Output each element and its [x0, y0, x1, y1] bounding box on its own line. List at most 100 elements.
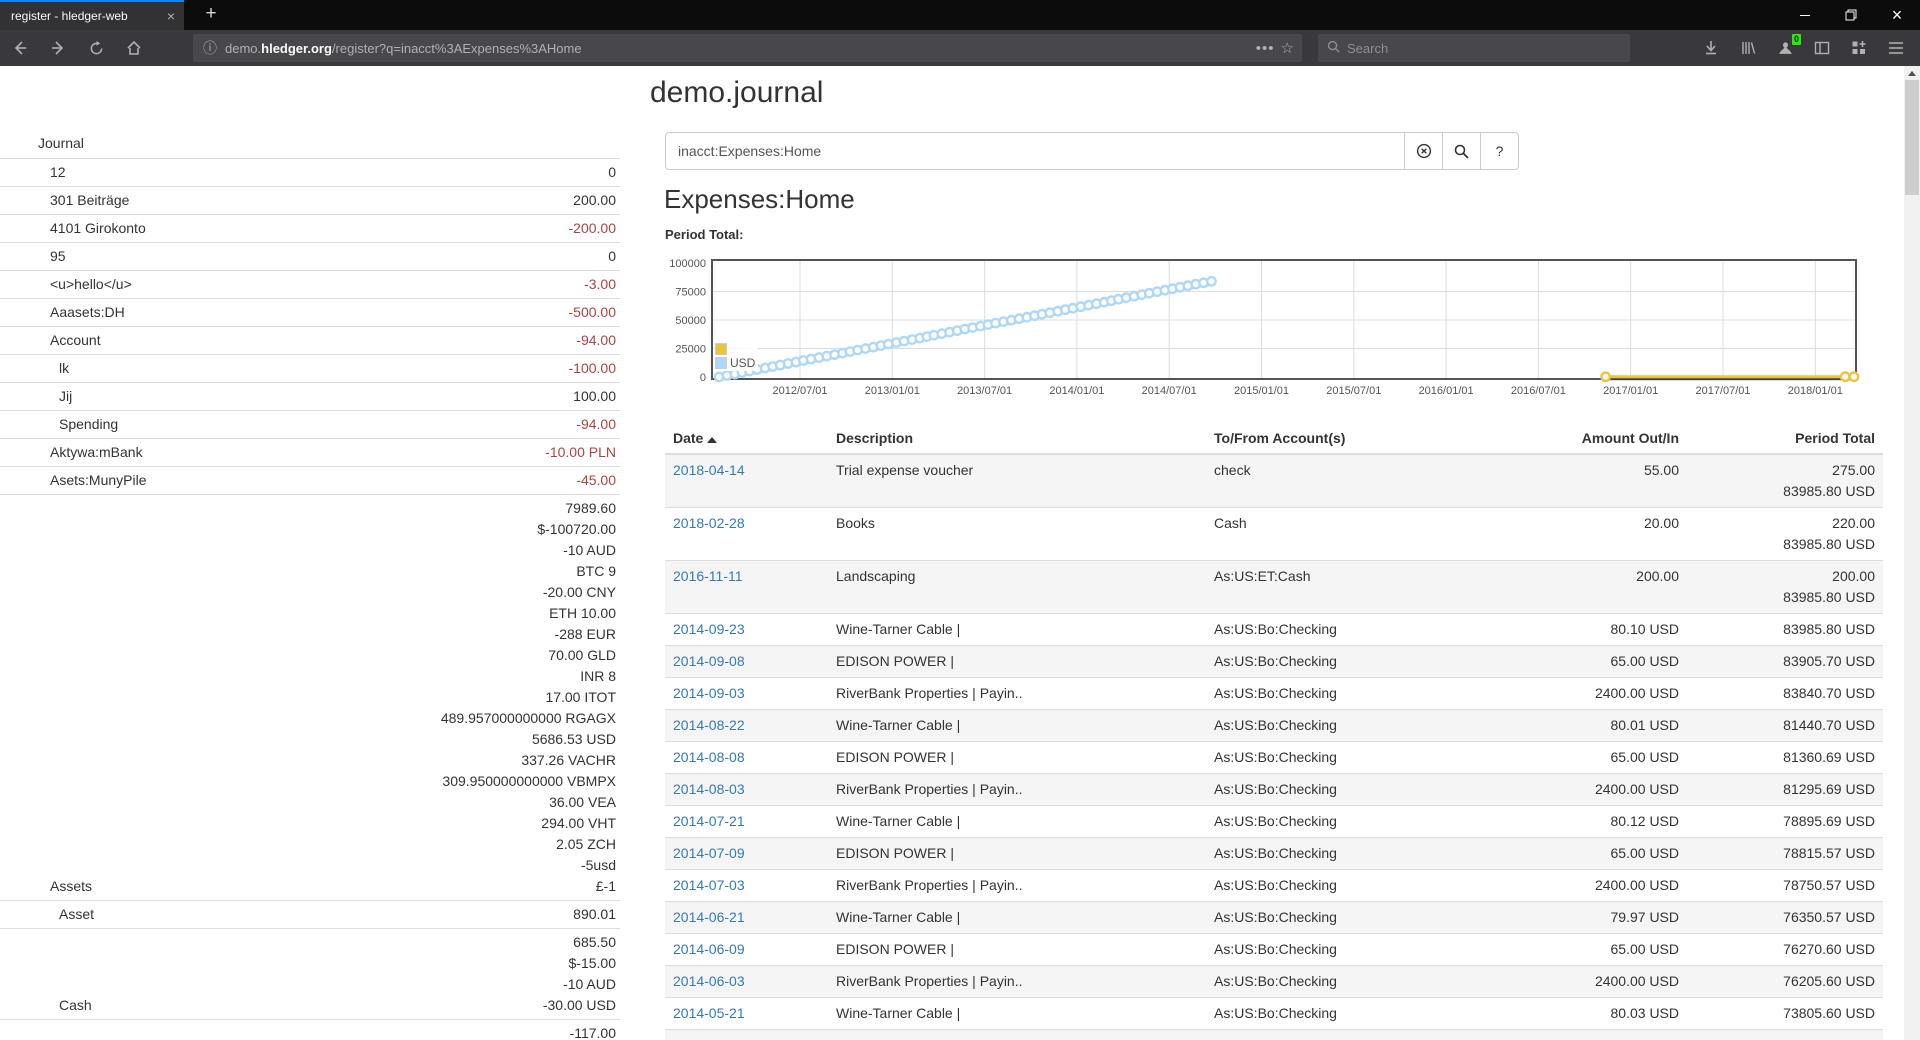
transaction-date-link[interactable]: 2018-04-14: [673, 462, 745, 478]
transaction-date-link[interactable]: 2014-09-08: [673, 653, 745, 669]
transaction-date-link[interactable]: 2014-05-21: [673, 1005, 745, 1021]
back-icon[interactable]: [6, 34, 34, 62]
account-link[interactable]: 301 Beiträge: [0, 190, 129, 211]
transaction-date-link[interactable]: 2014-09-23: [673, 621, 745, 637]
sidebar-account-row[interactable]: 120: [0, 158, 620, 186]
account-link[interactable]: 12: [0, 162, 66, 183]
bookmark-star-icon[interactable]: ☆: [1281, 39, 1294, 57]
transaction-date-link[interactable]: 2014-06-03: [673, 973, 745, 989]
sidebar-account-row[interactable]: Aaasets:DH-500.00: [0, 298, 620, 326]
sidebar-account-row[interactable]: Asset890.01: [0, 900, 620, 928]
table-row[interactable]: 2014-06-21Wine-Tarner Cable |As:US:Bo:Ch…: [665, 902, 1883, 934]
browser-search-box[interactable]: Search: [1318, 34, 1630, 62]
transaction-date-link[interactable]: 2014-06-09: [673, 941, 745, 957]
account-link[interactable]: 4101 Girokonto: [0, 218, 146, 239]
table-row[interactable]: 2018-04-14Trial expense vouchercheck55.0…: [665, 454, 1883, 508]
table-row[interactable]: 2018-02-28BooksCash20.00220.0083985.80 U…: [665, 508, 1883, 561]
transaction-date-link[interactable]: 2014-06-21: [673, 909, 745, 925]
transaction-date-link[interactable]: 2014-09-03: [673, 685, 745, 701]
browser-tab[interactable]: register - hledger-web ×: [0, 0, 184, 30]
sidebar-account-row[interactable]: Spending-94.00: [0, 410, 620, 438]
page-actions-icon[interactable]: •••: [1256, 40, 1275, 57]
col-date[interactable]: Date: [665, 424, 828, 454]
transaction-date-link[interactable]: 2014-07-09: [673, 845, 745, 861]
new-tab-button[interactable]: +: [196, 0, 226, 30]
site-info-icon[interactable]: ⓘ: [193, 38, 225, 58]
sidebar-account-row[interactable]: Cash685.50$-15.00-10 AUD-30.00 USD: [0, 928, 620, 1019]
sidebar-account-row[interactable]: lk-100.00: [0, 354, 620, 382]
help-button[interactable]: ?: [1480, 132, 1519, 170]
account-link[interactable]: lk: [0, 358, 69, 379]
clear-query-button[interactable]: [1404, 132, 1443, 170]
scroll-up-icon[interactable]: [1908, 71, 1916, 76]
scrollbar-thumb[interactable]: [1905, 80, 1919, 195]
sidebar-account-row[interactable]: -117.00: [0, 1019, 620, 1040]
svg-text:2016/01/01: 2016/01/01: [1419, 385, 1474, 397]
account-link[interactable]: Assets: [0, 876, 92, 897]
transaction-date-link[interactable]: 2018-02-28: [673, 515, 745, 531]
reload-icon[interactable]: [82, 34, 110, 62]
period-total: 78895.69 USD: [1687, 806, 1883, 838]
table-row[interactable]: 2014-09-03RiverBank Properties | Payin..…: [665, 678, 1883, 710]
transaction-date-link[interactable]: 2014-08-22: [673, 717, 745, 733]
table-row[interactable]: 2014-07-03RiverBank Properties | Payin..…: [665, 870, 1883, 902]
table-row[interactable]: 2014-05-21Wine-Tarner Cable |As:US:Bo:Ch…: [665, 998, 1883, 1030]
sidebar-account-row[interactable]: Assets7989.60$-100720.00-10 AUDBTC 9-20.…: [0, 494, 620, 900]
page-scrollbar[interactable]: [1904, 66, 1920, 1040]
account-link[interactable]: Asset: [0, 904, 94, 925]
table-row[interactable]: 2014-09-08EDISON POWER |As:US:Bo:Checkin…: [665, 646, 1883, 678]
menu-hamburger-icon[interactable]: [1886, 38, 1906, 58]
svg-text:2015/01/01: 2015/01/01: [1234, 385, 1289, 397]
sidebar-account-row[interactable]: 4101 Girokonto-200.00: [0, 214, 620, 242]
sidebar-account-row[interactable]: Aktywa:mBank-10.00 PLN: [0, 438, 620, 466]
extension-icon[interactable]: 0: [1775, 38, 1795, 58]
account-link[interactable]: Cash: [0, 995, 92, 1016]
table-row[interactable]: 2014-07-21Wine-Tarner Cable |As:US:Bo:Ch…: [665, 806, 1883, 838]
table-row[interactable]: 2014-08-08EDISON POWER |As:US:Bo:Checkin…: [665, 742, 1883, 774]
table-row[interactable]: 2014-08-03RiverBank Properties | Payin..…: [665, 774, 1883, 806]
account-link[interactable]: Jij: [0, 386, 72, 407]
search-query-button[interactable]: [1442, 132, 1481, 170]
transaction-date-link[interactable]: 2014-07-03: [673, 877, 745, 893]
account-link[interactable]: Aaasets:DH: [0, 302, 125, 323]
home-icon[interactable]: [120, 34, 148, 62]
svg-text:75000: 75000: [675, 287, 706, 299]
account-balance: -117.00: [570, 1023, 616, 1040]
transaction-date-link[interactable]: 2014-08-03: [673, 781, 745, 797]
transaction-date-link[interactable]: 2016-11-11: [673, 568, 743, 584]
table-row[interactable]: 2014-07-09EDISON POWER |As:US:Bo:Checkin…: [665, 838, 1883, 870]
forward-icon[interactable]: [44, 34, 72, 62]
tab-close-icon[interactable]: ×: [158, 8, 184, 24]
sidebar-account-row[interactable]: 301 Beiträge200.00: [0, 186, 620, 214]
account-link[interactable]: <u>hello</u>: [0, 274, 132, 295]
download-icon[interactable]: [1701, 38, 1721, 58]
query-input[interactable]: [665, 132, 1405, 170]
library-icon[interactable]: [1738, 38, 1758, 58]
sidebar-account-row[interactable]: Jij100.00: [0, 382, 620, 410]
transaction-date-link[interactable]: 2014-08-08: [673, 749, 745, 765]
sidebar-account-row[interactable]: Account-94.00: [0, 326, 620, 354]
sidebar-account-row[interactable]: 950: [0, 242, 620, 270]
sidebar-toggle-icon[interactable]: [1812, 38, 1832, 58]
account-link[interactable]: Aktywa:mBank: [0, 442, 143, 463]
table-row[interactable]: 2014-06-03RiverBank Properties | Payin..…: [665, 966, 1883, 998]
window-restore-button[interactable]: [1828, 0, 1874, 30]
transaction-date-link[interactable]: 2014-07-21: [673, 813, 745, 829]
window-close-button[interactable]: ×: [1874, 0, 1920, 30]
apps-grid-icon[interactable]: [1849, 38, 1869, 58]
account-link[interactable]: Asets:MunyPile: [0, 470, 146, 491]
window-minimize-button[interactable]: [1782, 0, 1828, 30]
table-row[interactable]: 2014-08-22Wine-Tarner Cable |As:US:Bo:Ch…: [665, 710, 1883, 742]
table-row[interactable]: 2016-11-11LandscapingAs:US:ET:Cash200.00…: [665, 561, 1883, 614]
legend-swatch: [715, 343, 727, 355]
sidebar-item-journal[interactable]: Journal: [0, 130, 620, 158]
account-link[interactable]: Spending: [0, 414, 118, 435]
sidebar-account-row[interactable]: Asets:MunyPile-45.00: [0, 466, 620, 494]
table-row[interactable]: 2014-09-23Wine-Tarner Cable |As:US:Bo:Ch…: [665, 614, 1883, 646]
sidebar-account-row[interactable]: <u>hello</u>-3.00: [0, 270, 620, 298]
account-link[interactable]: Account: [0, 330, 101, 351]
table-row[interactable]: 2014-06-09EDISON POWER |As:US:Bo:Checkin…: [665, 934, 1883, 966]
url-bar[interactable]: ⓘ demo.hledger.org/register?q=inacct%3AE…: [193, 34, 1302, 62]
account-link[interactable]: 95: [0, 246, 66, 267]
table-row[interactable]: 2014-05-08EDISON POWER |As:US:Bo:Checkin…: [665, 1030, 1883, 1040]
